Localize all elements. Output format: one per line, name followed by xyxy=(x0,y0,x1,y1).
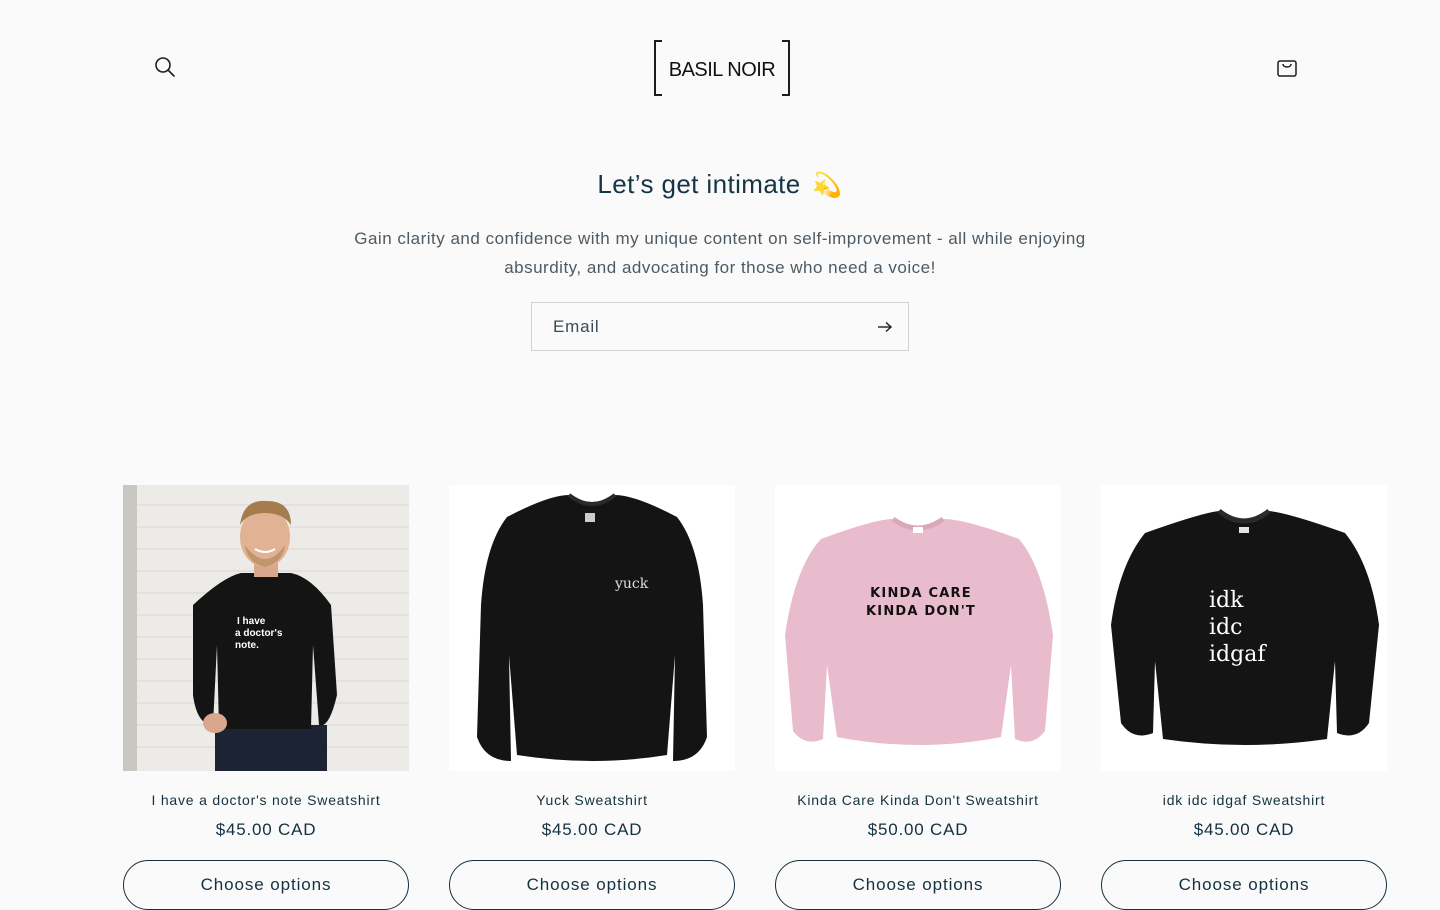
doctor-note-sweatshirt-photo: I have a doctor's note. xyxy=(123,485,409,771)
shirt-print-text: KINDA CARE xyxy=(870,586,972,601)
choose-options-button[interactable]: Choose options xyxy=(1101,860,1387,910)
product-card: KINDA CARE KINDA DON'T Kinda Care Kinda … xyxy=(775,485,1061,910)
dizzy-emoji-icon: 💫 xyxy=(812,172,843,199)
newsletter-title: Let’s get intimate 💫 xyxy=(0,160,1440,208)
shirt-print-text: yuck xyxy=(614,576,649,592)
newsletter-subtitle-line1: Gain clarity and confidence with my uniq… xyxy=(354,229,1086,248)
product-title[interactable]: I have a doctor's note Sweatshirt xyxy=(123,791,409,809)
choose-options-button[interactable]: Choose options xyxy=(123,860,409,910)
shirt-print-text: I have xyxy=(237,616,266,627)
product-image[interactable]: KINDA CARE KINDA DON'T xyxy=(775,485,1061,771)
search-icon xyxy=(155,57,175,77)
product-price: $45.00 CAD xyxy=(1193,820,1295,839)
cart-icon xyxy=(1277,60,1297,77)
arrow-right-icon xyxy=(878,321,893,332)
product-card: I have a doctor's note. I have a doctor'… xyxy=(123,485,409,910)
newsletter-subtitle-line2: absurdity, and advocating for those who … xyxy=(504,258,936,277)
logo-bracket-left xyxy=(654,40,662,96)
logo-text: BASIL NOIR xyxy=(668,59,776,81)
product-price: $45.00 CAD xyxy=(541,820,643,839)
newsletter-subtitle: Gain clarity and confidence with my uniq… xyxy=(340,224,1100,282)
email-input[interactable] xyxy=(532,303,862,350)
product-card: yuck Yuck Sweatshirt $45.00 CAD Choose o… xyxy=(449,485,735,910)
product-image[interactable]: idk idc idgaf xyxy=(1101,485,1387,771)
shirt-print-text: idk xyxy=(1209,588,1244,613)
newsletter-title-text: Let’s get intimate xyxy=(597,169,801,199)
product-price: $45.00 CAD xyxy=(215,820,317,839)
choose-options-button[interactable]: Choose options xyxy=(449,860,735,910)
yuck-sweatshirt-photo: yuck xyxy=(477,493,707,761)
kinda-care-sweatshirt-photo: KINDA CARE KINDA DON'T xyxy=(785,516,1053,745)
site-header: BASIL NOIR xyxy=(0,0,1440,135)
idk-idc-idgaf-sweatshirt-photo: idk idc idgaf xyxy=(1111,508,1379,745)
shirt-print-text: a doctor's xyxy=(235,628,283,639)
product-title[interactable]: Yuck Sweatshirt xyxy=(449,791,735,809)
site-logo[interactable]: BASIL NOIR xyxy=(650,38,794,98)
shirt-print-text: idc xyxy=(1209,615,1242,640)
shirt-print-text: note. xyxy=(235,640,259,651)
shirt-print-text: KINDA DON'T xyxy=(866,604,976,619)
product-card: idk idc idgaf idk idc idgaf Sweatshirt $… xyxy=(1101,485,1387,910)
product-image[interactable]: I have a doctor's note. xyxy=(123,485,409,771)
product-title[interactable]: idk idc idgaf Sweatshirt xyxy=(1101,791,1387,809)
cart-button[interactable] xyxy=(1270,50,1304,84)
newsletter-section: Let’s get intimate 💫 Gain clarity and co… xyxy=(0,160,1440,351)
logo-bracket-right xyxy=(782,40,790,96)
search-button[interactable] xyxy=(148,50,182,84)
product-title[interactable]: Kinda Care Kinda Don't Sweatshirt xyxy=(775,791,1061,809)
product-image[interactable]: yuck xyxy=(449,485,735,771)
newsletter-form xyxy=(531,302,909,351)
product-price: $50.00 CAD xyxy=(867,820,969,839)
choose-options-button[interactable]: Choose options xyxy=(775,860,1061,910)
subscribe-button[interactable] xyxy=(862,303,908,350)
shirt-print-text: idgaf xyxy=(1209,642,1267,667)
